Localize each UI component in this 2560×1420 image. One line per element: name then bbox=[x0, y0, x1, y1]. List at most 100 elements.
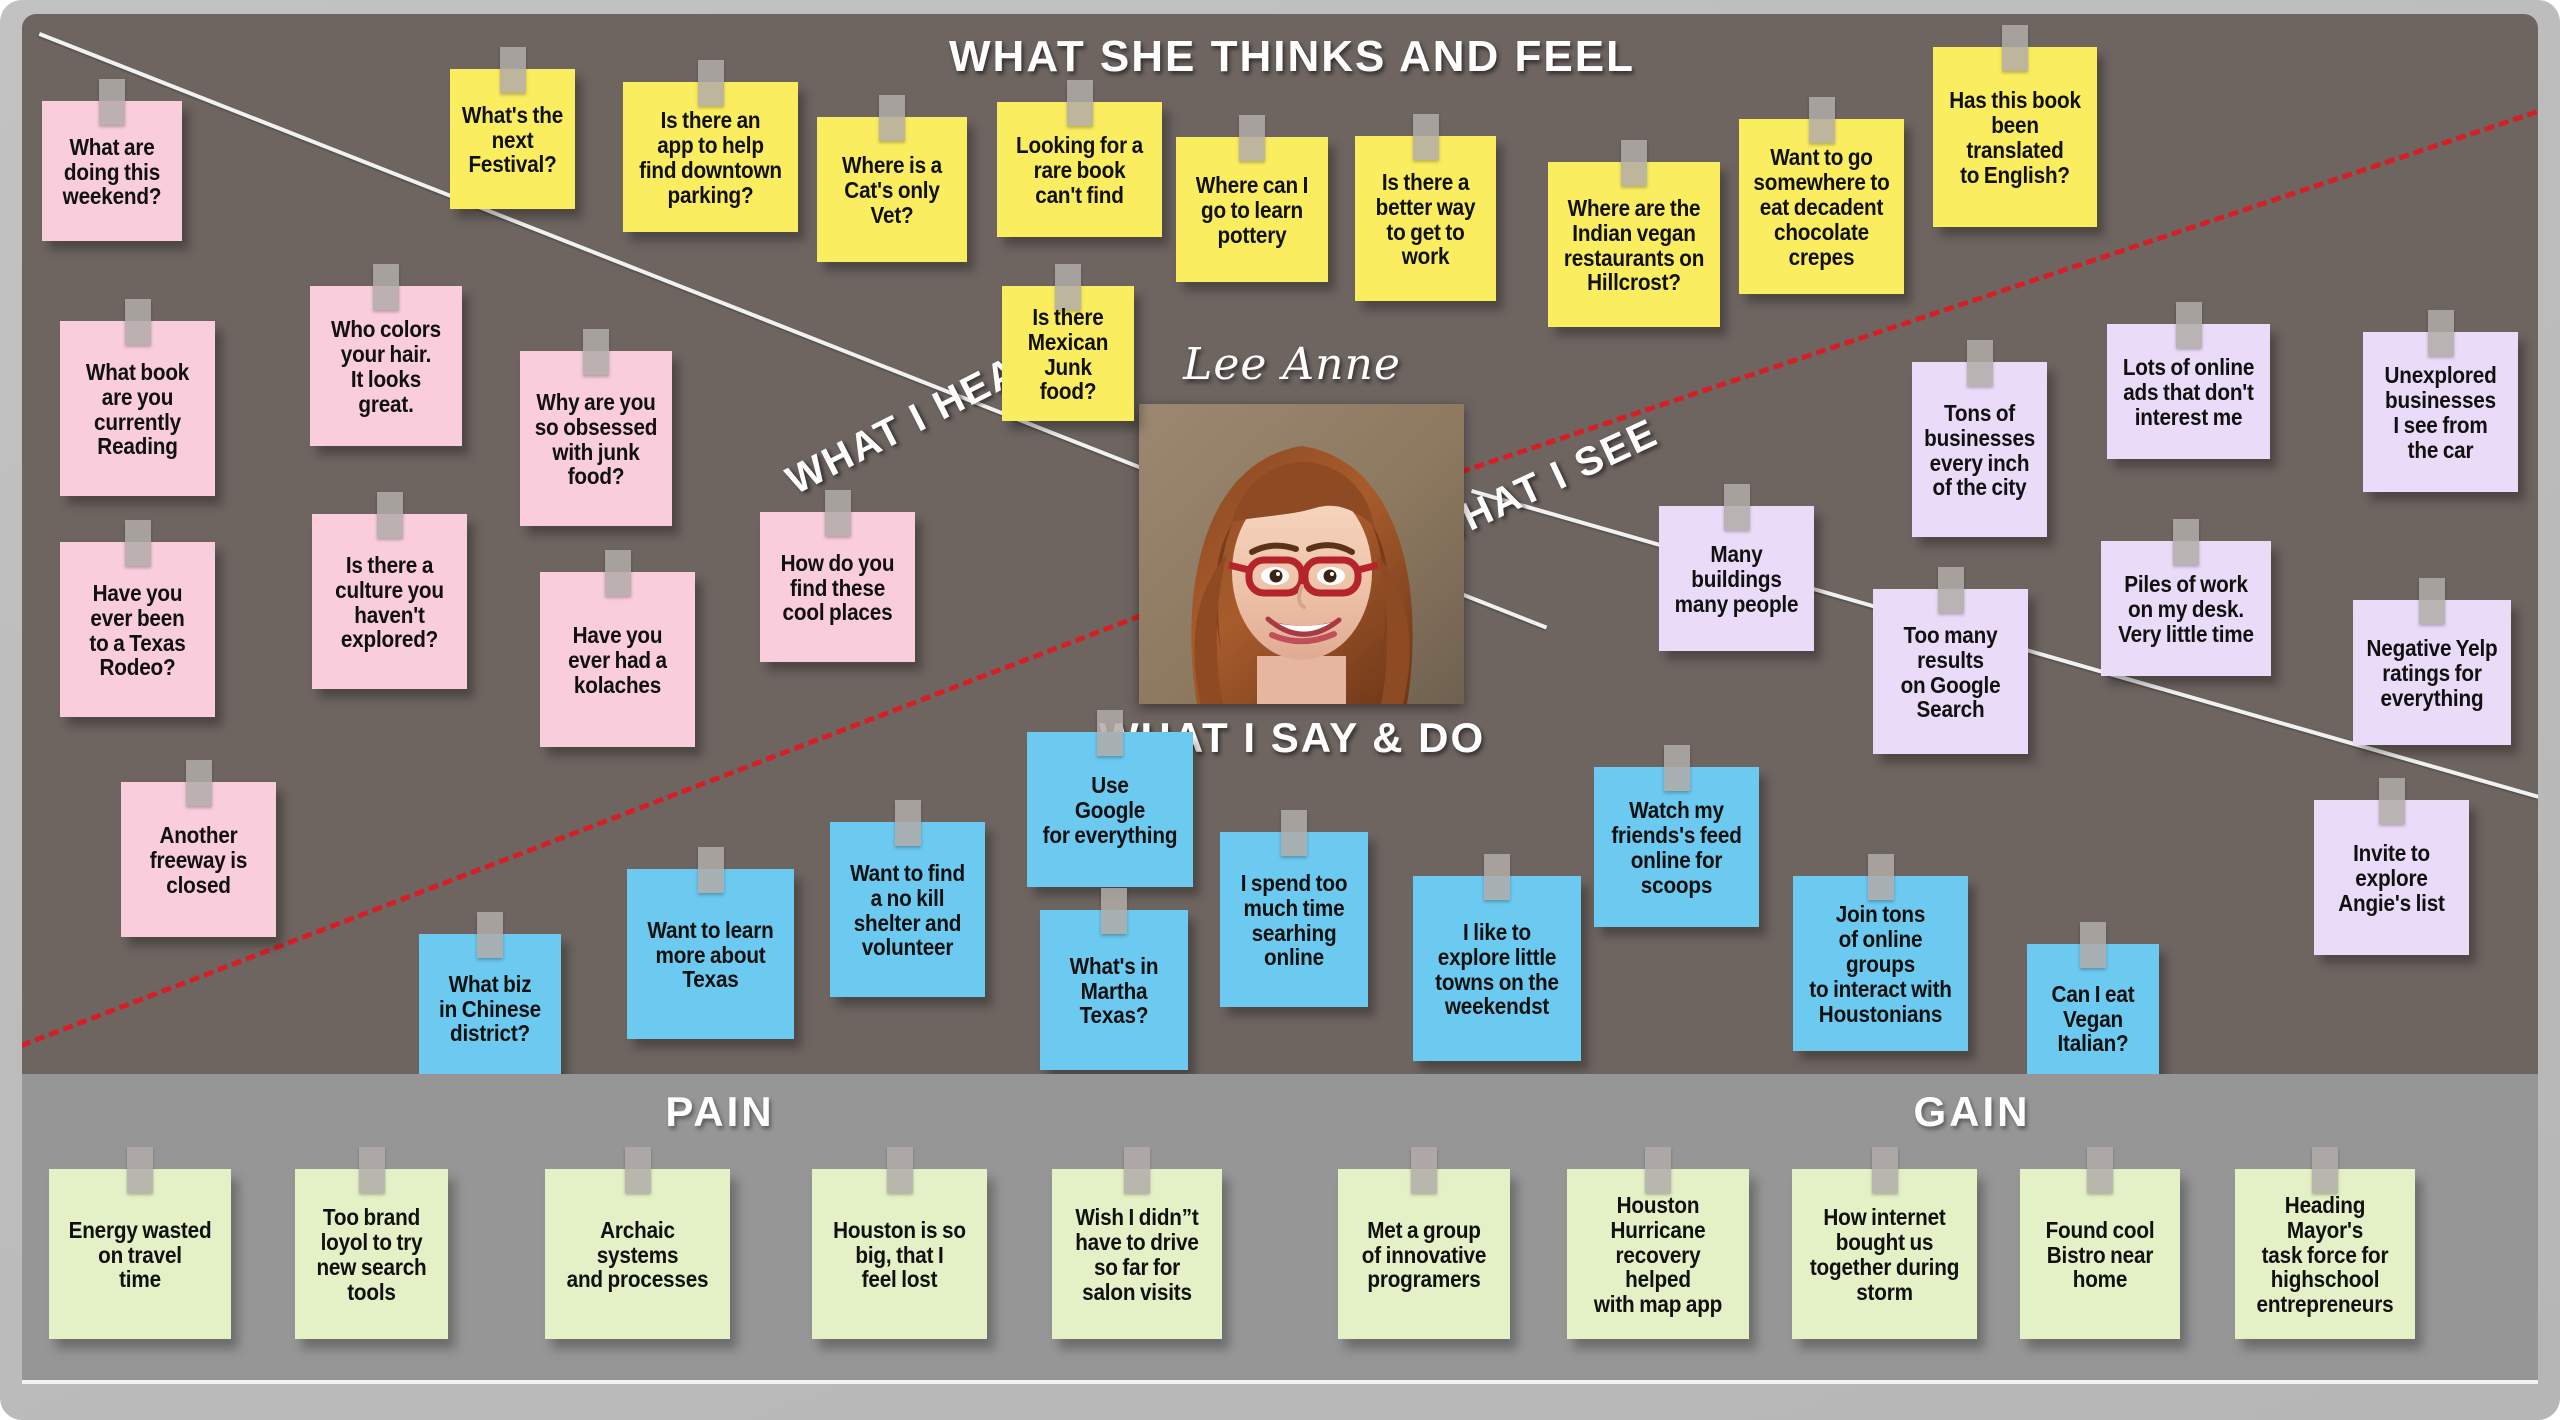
note-text: Have you ever had a kolaches bbox=[568, 622, 667, 698]
note-text: Energy wasted on travel time bbox=[68, 1216, 212, 1293]
note-text: Has this book been translated to English… bbox=[1949, 87, 2081, 188]
note-text: What are doing this weekend? bbox=[62, 133, 162, 210]
note-think[interactable]: Where can I go to learn pottery bbox=[1176, 137, 1328, 282]
note-text: Want to find a no kill shelter and volun… bbox=[850, 859, 965, 961]
note-hear[interactable]: Have you ever had a kolaches bbox=[540, 572, 695, 747]
note-text: Who colors your hair. It looks great. bbox=[330, 316, 441, 417]
note-see[interactable]: Invite to explore Angie's list bbox=[2314, 800, 2469, 955]
note-say[interactable]: Want to learn more about Texas bbox=[627, 869, 794, 1039]
note-hear[interactable]: Why are you so obsessed with junk food? bbox=[520, 351, 672, 526]
note-text: Houston is so big, that I feel lost bbox=[833, 1216, 966, 1293]
note-gain[interactable]: Houston Hurricane recovery helped with m… bbox=[1567, 1169, 1749, 1339]
note-text: How internet bought us together during s… bbox=[1809, 1204, 1960, 1305]
note-text: What's the next Festival? bbox=[461, 101, 564, 178]
note-hear[interactable]: What book are you currently Reading bbox=[60, 321, 215, 496]
note-think[interactable]: Want to go somewhere to eat decadent cho… bbox=[1739, 119, 1904, 294]
note-text: Where can I go to learn pottery bbox=[1195, 172, 1309, 248]
note-pain[interactable]: Archaic systems and processes bbox=[545, 1169, 730, 1339]
note-pain[interactable]: Energy wasted on travel time bbox=[49, 1169, 231, 1339]
note-text: Join tons of online groups to interact w… bbox=[1809, 901, 1952, 1027]
note-see[interactable]: Many buildings many people bbox=[1659, 506, 1814, 651]
note-text: I spend too much time searhing online bbox=[1240, 869, 1348, 971]
note-think[interactable]: Looking for a rare book can't find bbox=[997, 102, 1162, 237]
note-text: Is there a culture you haven't explored? bbox=[335, 551, 444, 653]
note-text: What biz in Chinese district? bbox=[439, 970, 541, 1047]
note-think[interactable]: Is there Mexican Junk food? bbox=[1002, 286, 1134, 421]
note-text: What's in Martha Texas? bbox=[1069, 952, 1159, 1029]
note-text: How do you find these cool places bbox=[780, 549, 895, 626]
note-hear[interactable]: How do you find these cool places bbox=[760, 512, 915, 662]
note-text: Met a group of innovative programers bbox=[1361, 1216, 1487, 1293]
note-gain[interactable]: Met a group of innovative programers bbox=[1338, 1169, 1510, 1339]
note-text: Piles of work on my desk. Very little ti… bbox=[2118, 571, 2254, 647]
note-see[interactable]: Lots of online ads that don't interest m… bbox=[2107, 324, 2270, 459]
note-say[interactable]: Join tons of online groups to interact w… bbox=[1793, 876, 1968, 1051]
note-think[interactable]: Is there a better way to get to work bbox=[1355, 136, 1496, 301]
note-say[interactable]: Use Google for everything bbox=[1027, 732, 1193, 887]
note-text: Is there a better way to get to work bbox=[1375, 168, 1476, 270]
note-text: Another freeway is closed bbox=[149, 822, 248, 898]
pain-gain-band: PAIN GAIN Energy wasted on travel time T… bbox=[22, 1074, 2538, 1384]
note-see[interactable]: Tons of businesses every inch of the cit… bbox=[1912, 362, 2047, 537]
note-think[interactable]: Has this book been translated to English… bbox=[1933, 47, 2097, 227]
persona-avatar bbox=[1139, 404, 1464, 704]
gain-label: GAIN bbox=[1913, 1088, 2031, 1135]
note-text: Use Google for everything bbox=[1042, 772, 1178, 848]
note-text: Can I eat Vegan Italian? bbox=[2051, 980, 2135, 1057]
note-text: Archaic systems and processes bbox=[566, 1216, 709, 1293]
note-text: What book are you currently Reading bbox=[85, 358, 190, 460]
note-say[interactable]: What's in Martha Texas? bbox=[1040, 910, 1188, 1070]
note-text: Many buildings many people bbox=[1674, 541, 1799, 617]
note-think[interactable]: Is there an app to help find downtown pa… bbox=[623, 82, 798, 232]
note-text: Is there Mexican Junk food? bbox=[1027, 303, 1109, 405]
note-text: Wish I didn”t have to drive so far for s… bbox=[1075, 1204, 1199, 1305]
note-hear[interactable]: Is there a culture you haven't explored? bbox=[312, 514, 467, 689]
note-text: Heading Mayor's task force for highschoo… bbox=[2256, 1191, 2394, 1318]
note-text: Where is a Cat's only Vet? bbox=[842, 152, 942, 228]
note-text: Houston Hurricane recovery helped with m… bbox=[1593, 1191, 1723, 1318]
note-text: Watch my friends's feed online for scoop… bbox=[1611, 797, 1742, 898]
note-think[interactable]: What's the next Festival? bbox=[450, 69, 575, 209]
note-see[interactable]: Piles of work on my desk. Very little ti… bbox=[2101, 541, 2271, 676]
note-think[interactable]: Where is a Cat's only Vet? bbox=[817, 117, 967, 262]
note-text: Too many results on Google Search bbox=[1900, 621, 2001, 723]
note-gain[interactable]: Heading Mayor's task force for highschoo… bbox=[2235, 1169, 2415, 1339]
note-gain[interactable]: Found cool Bistro near home bbox=[2020, 1169, 2180, 1339]
note-text: Want to learn more about Texas bbox=[647, 916, 774, 993]
note-say[interactable]: What biz in Chinese district? bbox=[419, 934, 561, 1074]
note-text: Where are the Indian vegan restaurants o… bbox=[1563, 194, 1705, 296]
note-say[interactable]: Can I eat Vegan Italian? bbox=[2027, 944, 2159, 1074]
note-pain[interactable]: Wish I didn”t have to drive so far for s… bbox=[1052, 1169, 1222, 1339]
note-hear[interactable]: Have you ever been to a Texas Rodeo? bbox=[60, 542, 215, 717]
quadrant-label-think: WHAT SHE THINKS AND FEEL bbox=[949, 32, 1635, 81]
note-see[interactable]: Unexplored businesses I see from the car bbox=[2363, 332, 2518, 492]
note-text: Too brand loyol to try new search tools bbox=[316, 1204, 427, 1305]
note-pain[interactable]: Too brand loyol to try new search tools bbox=[295, 1169, 448, 1339]
note-text: Is there an app to help find downtown pa… bbox=[639, 107, 782, 208]
note-hear[interactable]: What are doing this weekend? bbox=[42, 101, 182, 241]
note-say[interactable]: I spend too much time searhing online bbox=[1220, 832, 1368, 1007]
note-see[interactable]: Too many results on Google Search bbox=[1873, 589, 2028, 754]
pain-label: PAIN bbox=[665, 1088, 775, 1135]
note-think[interactable]: Where are the Indian vegan restaurants o… bbox=[1548, 162, 1720, 327]
persona-name: Lee Anne bbox=[1183, 339, 1401, 390]
note-text: Unexplored businesses I see from the car bbox=[2384, 362, 2497, 463]
note-text: Tons of businesses every inch of the cit… bbox=[1924, 399, 2036, 501]
note-say[interactable]: Want to find a no kill shelter and volun… bbox=[830, 822, 985, 997]
note-text: I like to explore little towns on the we… bbox=[1435, 918, 1559, 1020]
note-text: Lots of online ads that don't interest m… bbox=[2122, 354, 2255, 430]
note-text: Looking for a rare book can't find bbox=[1016, 132, 1143, 208]
note-hear[interactable]: Who colors your hair. It looks great. bbox=[310, 286, 462, 446]
note-see[interactable]: Negative Yelp ratings for everything bbox=[2353, 600, 2511, 745]
board-frame: WHAT SHE THINKS AND FEEL WHAT I HEAR WHA… bbox=[0, 0, 2560, 1420]
note-text: Invite to explore Angie's list bbox=[2338, 840, 2445, 916]
note-hear[interactable]: Another freeway is closed bbox=[121, 782, 276, 937]
note-text: Found cool Bistro near home bbox=[2045, 1216, 2155, 1293]
note-pain[interactable]: Houston is so big, that I feel lost bbox=[812, 1169, 987, 1339]
note-text: Want to go somewhere to eat decadent cho… bbox=[1753, 144, 1890, 270]
note-say[interactable]: Watch my friends's feed online for scoop… bbox=[1594, 767, 1759, 927]
note-say[interactable]: I like to explore little towns on the we… bbox=[1413, 876, 1581, 1061]
note-text: Have you ever been to a Texas Rodeo? bbox=[89, 579, 186, 681]
empathy-map-canvas: WHAT SHE THINKS AND FEEL WHAT I HEAR WHA… bbox=[22, 14, 2538, 1074]
note-gain[interactable]: How internet bought us together during s… bbox=[1792, 1169, 1977, 1339]
